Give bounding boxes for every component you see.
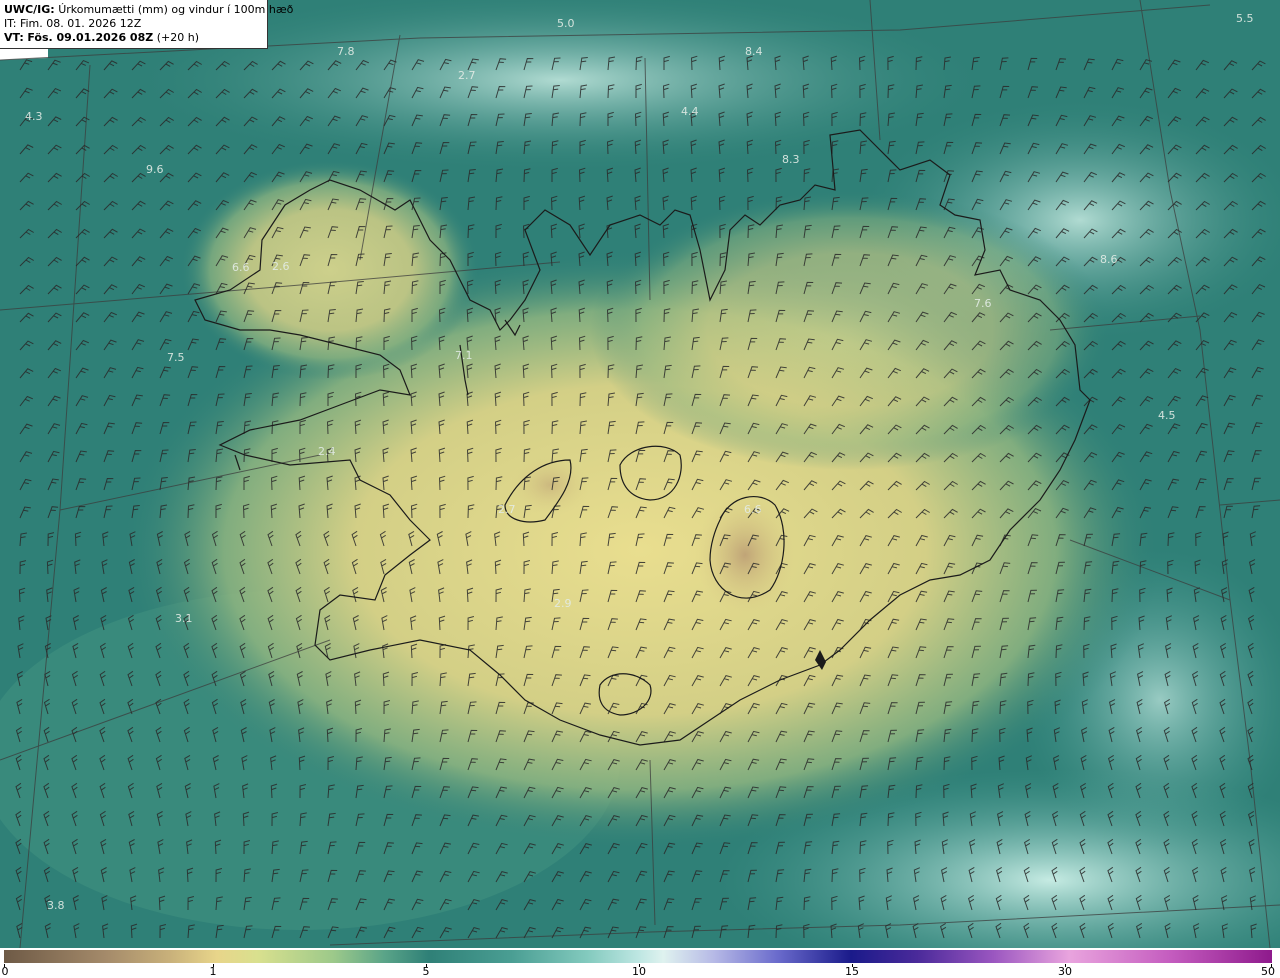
- colorbar-label: 15: [845, 965, 859, 978]
- colorbar-label: 5: [422, 965, 430, 978]
- map-value-label: 8.6: [1100, 253, 1118, 266]
- model-name: UWC/IG:: [4, 3, 55, 16]
- map-value-label: 7.5: [167, 351, 185, 364]
- map-value-label: 4.3: [25, 110, 43, 123]
- map-value-label: 6.6: [232, 261, 250, 274]
- map-value-label: 7.1: [455, 349, 473, 362]
- colorbar-strip: [4, 950, 1272, 963]
- map-value-label: 2.7: [498, 503, 516, 516]
- map-value-label: 2.6: [272, 260, 290, 273]
- colorbar-label: 50: [1261, 965, 1275, 978]
- map-title: Úrkomumætti (mm) og vindur í 100m hæð: [58, 3, 294, 16]
- map-value-label: 9.6: [146, 163, 164, 176]
- valid-time: Fös. 09.01.2026 08Z: [27, 31, 154, 44]
- map-value-label: 2.7: [458, 69, 476, 82]
- valid-time-prefix: VT:: [4, 31, 24, 44]
- map-value-label: 2.4: [318, 445, 336, 458]
- valid-time-row: VT: Fös. 09.01.2026 08Z (+20 h): [4, 31, 263, 45]
- colorbar-label: 0: [1, 965, 9, 978]
- map-value-label: 4.5: [1158, 409, 1176, 422]
- forecast-info-box: UWC/IG: Úrkomumætti (mm) og vindur í 100…: [0, 0, 293, 49]
- map-value-label: 8.4: [745, 45, 763, 58]
- map-value-label: 4.4: [681, 105, 699, 118]
- colorbar-label: 30: [1058, 965, 1072, 978]
- map-value-label: 5.5: [1236, 12, 1254, 25]
- colorbar-legend: 0 1 5 10 15 30 50: [0, 948, 1280, 978]
- map-value-label: 3.1: [175, 612, 193, 625]
- lead-time: (+20 h): [156, 31, 199, 44]
- colorbar-label: 10: [632, 965, 646, 978]
- issue-time: IT: Fim. 08. 01. 2026 12Z: [4, 17, 142, 30]
- map-value-label: 3.8: [47, 899, 65, 912]
- map-value-label: 5.0: [557, 17, 575, 30]
- map-value-label: 6.6: [744, 503, 762, 516]
- precipitation-wind-map: 5.0 5.5 7.8 8.4 2.7 4.4 4.3 9.6 8.3 6.6 …: [0, 0, 1280, 948]
- map-value-label: 2.9: [554, 597, 572, 610]
- forecast-map: 5.0 5.5 7.8 8.4 2.7 4.4 4.3 9.6 8.3 6.6 …: [0, 0, 1280, 978]
- map-value-label: 7.6: [974, 297, 992, 310]
- title-row: UWC/IG: Úrkomumætti (mm) og vindur í 100…: [4, 3, 293, 17]
- map-value-label: 8.3: [782, 153, 800, 166]
- colorbar-label: 1: [209, 965, 217, 978]
- map-value-label: 7.8: [337, 45, 355, 58]
